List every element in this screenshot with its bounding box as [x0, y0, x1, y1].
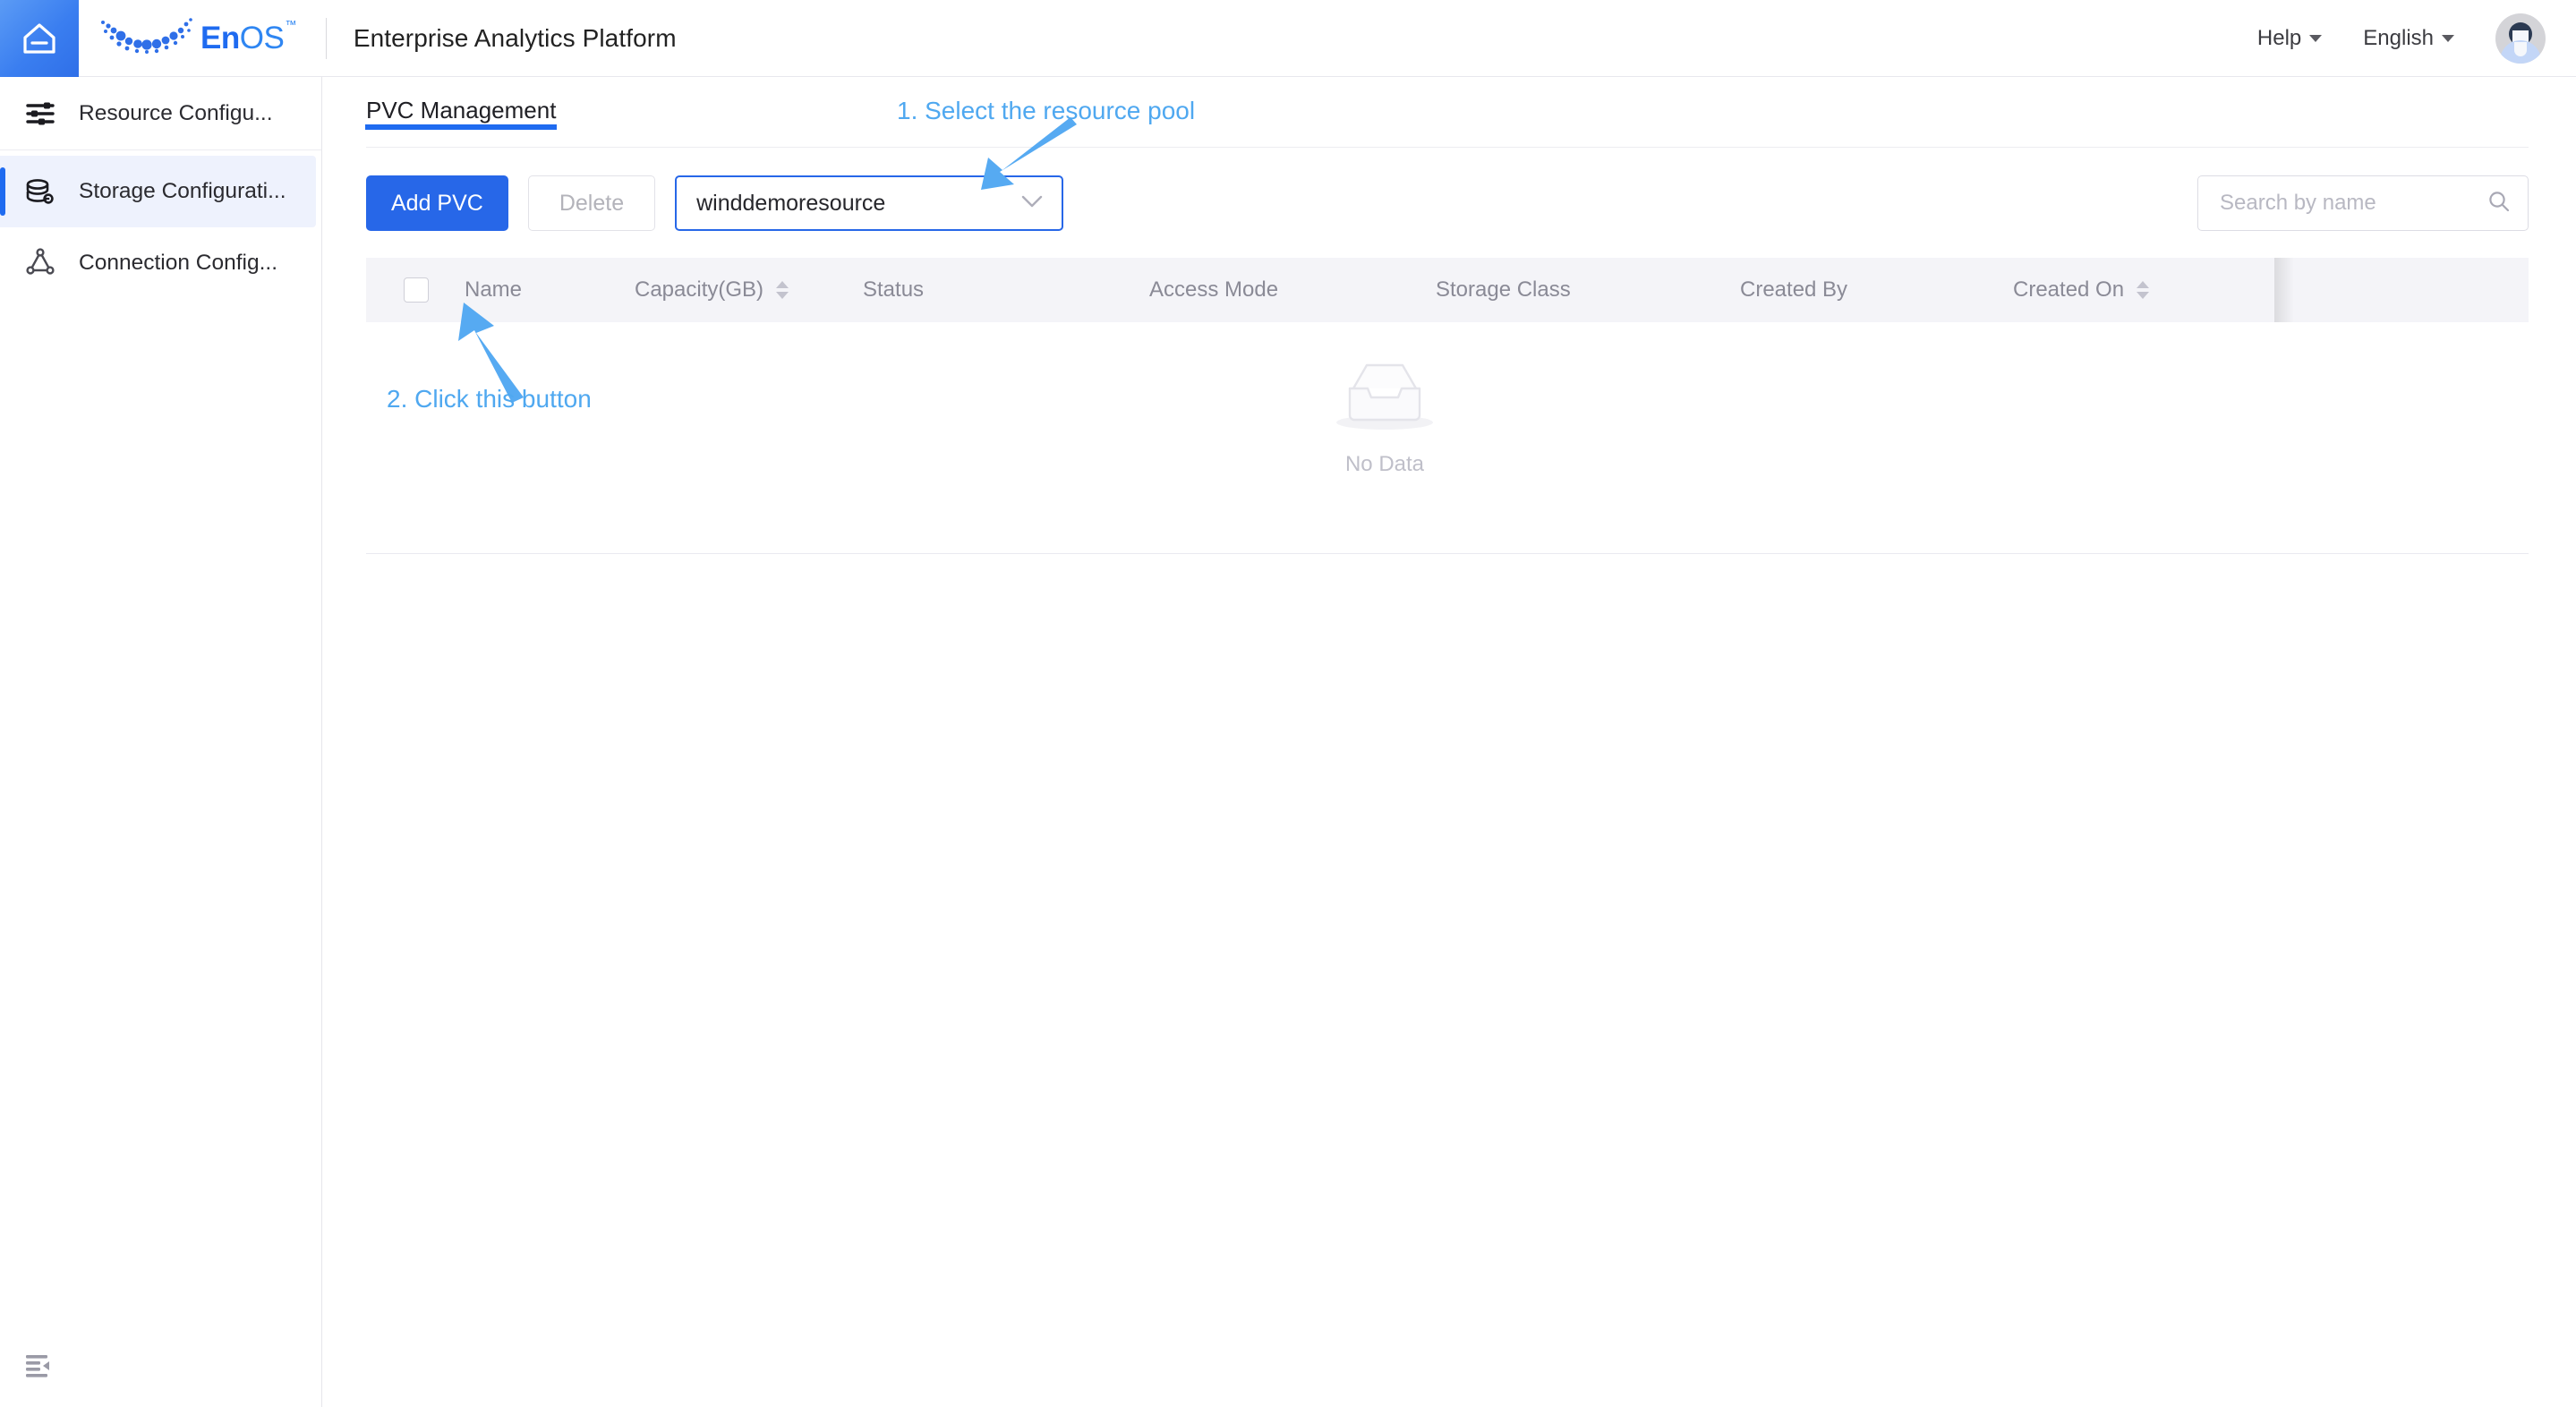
sidebar-collapse-button[interactable]	[20, 1348, 59, 1387]
help-menu-label: Help	[2256, 25, 2302, 50]
column-label: Capacity(GB)	[635, 277, 764, 302]
column-header-name[interactable]: Name	[465, 277, 635, 303]
column-label: Created On	[2013, 277, 2125, 302]
column-header-capacity[interactable]: Capacity(GB)	[635, 277, 863, 303]
column-header-created-on[interactable]: Created On	[2013, 277, 2246, 303]
sidebar-item-connection-configuration[interactable]: Connection Config...	[0, 227, 321, 299]
delete-label: Delete	[559, 190, 625, 216]
tab-label: PVC Management	[366, 97, 557, 124]
add-pvc-label: Add PVC	[391, 190, 483, 216]
logo-trademark: ™	[285, 17, 296, 31]
select-all-checkbox[interactable]	[404, 277, 429, 303]
column-label: Access Mode	[1149, 277, 1279, 302]
column-header-status[interactable]: Status	[863, 277, 1149, 303]
sidebar-item-label: Connection Config...	[79, 251, 277, 275]
add-pvc-button[interactable]: Add PVC	[366, 175, 508, 231]
column-label: Name	[465, 277, 523, 302]
column-label: Created By	[1740, 277, 1848, 302]
database-stack-icon	[16, 174, 64, 209]
sidebar-item-label: Resource Configu...	[79, 100, 273, 125]
chevron-down-icon	[1020, 194, 1044, 213]
fixed-column-shadow	[2274, 258, 2294, 322]
column-header-access-mode[interactable]: Access Mode	[1149, 277, 1436, 303]
table-header-row: Name Capacity(GB) Status Access Mode Sto…	[366, 258, 2529, 322]
page-title: Enterprise Analytics Platform	[353, 23, 677, 52]
search-input[interactable]	[2218, 190, 2486, 217]
table-toolbar: Add PVC Delete winddemoresource	[366, 148, 2529, 231]
table-body: No Data	[366, 322, 2529, 554]
logo-text-os: OS	[239, 20, 285, 55]
delete-button[interactable]: Delete	[527, 175, 656, 231]
avatar-neck	[2514, 41, 2527, 56]
sort-arrows-icon[interactable]	[2137, 281, 2150, 299]
chevron-down-icon	[2309, 34, 2323, 42]
column-header-created-by[interactable]: Created By	[1740, 277, 2013, 303]
tab-bar: PVC Management	[364, 77, 2529, 148]
sidebar-item-storage-configuration[interactable]: Storage Configurati...	[0, 156, 316, 227]
language-menu[interactable]: English	[2363, 26, 2454, 51]
logo-text-en: En	[200, 20, 240, 55]
sidebar-item-resource-configuration[interactable]: Resource Configu...	[0, 77, 321, 150]
table-header-select-all	[366, 277, 465, 303]
column-header-storage-class[interactable]: Storage Class	[1436, 277, 1740, 303]
pvc-table: Name Capacity(GB) Status Access Mode Sto…	[366, 258, 2529, 554]
search-icon[interactable]	[2486, 189, 2512, 218]
column-label: Status	[863, 277, 925, 302]
enos-dots-logo-icon	[97, 14, 197, 62]
main-content: PVC Management Add PVC Delete winddemore…	[323, 77, 2576, 1407]
header-divider	[325, 17, 327, 59]
language-menu-label: English	[2363, 25, 2434, 50]
column-label: Storage Class	[1436, 277, 1571, 302]
top-header-bar: EnOS™ Enterprise Analytics Platform Help…	[0, 0, 2576, 77]
brand-logo[interactable]: EnOS™	[79, 0, 296, 77]
tab-pvc-management[interactable]: PVC Management	[364, 77, 558, 130]
search-box[interactable]	[2197, 175, 2529, 231]
enos-wordmark: EnOS™	[200, 17, 296, 56]
menu-fold-icon	[24, 1352, 55, 1384]
empty-state: No Data	[1326, 322, 1443, 477]
chevron-down-icon	[2442, 34, 2454, 42]
empty-state-text: No Data	[1344, 452, 1425, 476]
home-button[interactable]	[0, 0, 79, 77]
resource-pool-value: winddemoresource	[696, 190, 886, 216]
connection-nodes-icon	[16, 245, 64, 281]
help-menu[interactable]: Help	[2256, 25, 2323, 51]
home-icon	[20, 20, 59, 57]
avatar[interactable]	[2495, 13, 2546, 64]
sliders-icon	[16, 96, 64, 132]
header-right-actions: Help English	[2257, 13, 2576, 64]
sidebar-item-label: Storage Configurati...	[79, 179, 286, 203]
empty-inbox-icon	[1326, 353, 1443, 439]
sidebar: Resource Configu... Storage Configurati.…	[0, 77, 322, 1407]
resource-pool-select[interactable]: winddemoresource	[675, 175, 1064, 231]
sidebar-group: Storage Configurati... Connection Config…	[0, 150, 321, 299]
sort-arrows-icon[interactable]	[776, 281, 789, 299]
